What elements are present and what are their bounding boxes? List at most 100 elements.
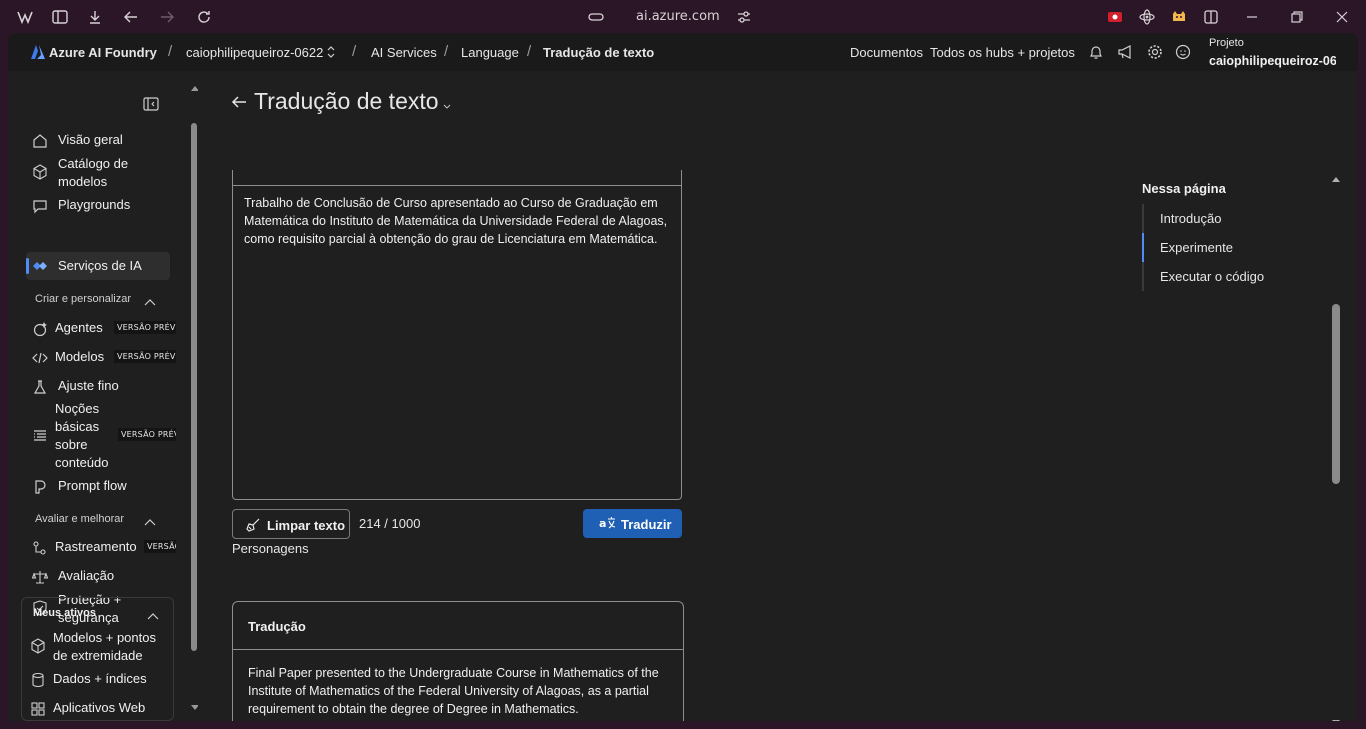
scales-icon [31,569,49,585]
close-window-icon[interactable] [1333,8,1351,26]
link-icon [588,8,604,26]
toc-item-introduction[interactable]: Introdução [1142,204,1292,233]
gear-icon[interactable] [1146,43,1164,61]
chevron-down-icon[interactable] [442,98,452,109]
flask-icon [32,379,48,395]
sidebar-item-label: Catálogo de modelos [58,156,129,189]
forward-icon[interactable] [158,8,176,26]
sidebar-item-label: Aplicativos Web [53,700,146,715]
sidebar-item-models-endpoints[interactable]: Modelos + pontos de extremidade [26,629,171,665]
preview-badge: VERSÃO PRÉVIA [114,350,176,363]
sidebar-item-label: Playgrounds [58,197,131,212]
chevron-up-down-icon[interactable] [325,44,337,60]
breadcrumb-separator: / [168,43,173,60]
project-selector[interactable]: caiophilipequeiroz-0622 [186,45,323,60]
split-view-icon[interactable] [1202,8,1220,26]
sparkle-icon [32,321,48,337]
sidebar-item-model-catalog[interactable]: Catálogo de modelos [26,155,170,191]
site-settings-icon[interactable] [736,8,752,26]
brand-name[interactable]: Azure AI Foundry [49,45,157,60]
clear-text-button[interactable]: Limpar texto [232,509,350,539]
translate-button[interactable]: a Traduzir [583,509,682,538]
svg-text:a: a [599,517,606,530]
browser-logo-icon[interactable] [16,8,34,26]
sidebar-item-agents[interactable]: Agentes VERSÃO PRÉVIA [26,319,176,339]
database-icon [30,672,46,688]
section-header-create: Criar e personalizar [35,293,131,305]
input-divider [233,185,681,186]
source-text-value[interactable]: Trabalho de Conclusão de Curso apresenta… [244,194,674,248]
chat-icon [32,198,48,214]
characters-label: Personagens [232,541,309,556]
breadcrumb-separator: / [527,43,532,60]
reload-icon[interactable] [195,8,213,26]
breadcrumb-language[interactable]: Language [461,45,519,60]
sidebar-item-data-indexes[interactable]: Dados + índices [26,670,171,690]
left-sidebar: Visão geral Catálogo de modelos Playgrou… [8,71,188,721]
breadcrumb-separator: / [444,43,449,60]
preview-badge: VERSÃO PRÉVIA [118,428,176,441]
sidebar-item-label: Prompt flow [58,478,127,493]
sidebar-toggle-icon[interactable] [51,8,69,26]
extension-atom-icon[interactable] [1138,8,1156,26]
sidebar-item-web-apps[interactable]: Aplicativos Web [26,699,171,719]
project-name[interactable]: caiophilipequeiroz-0622 [1209,54,1336,68]
chevron-up-icon[interactable] [143,515,157,526]
apps-icon [30,701,46,717]
flow-icon [32,479,48,495]
translate-label: Traduzir [621,517,672,532]
sidebar-item-label: Agentes [55,320,103,335]
scroll-down-arrow-icon[interactable] [1331,715,1341,721]
extension-red-icon[interactable] [1106,8,1124,26]
on-this-page-title: Nessa página [1142,181,1226,196]
sidebar-item-evaluation[interactable]: Avaliação [26,567,170,587]
sidebar-item-label: Rastreamento [55,539,137,554]
sidebar-item-fine-tuning[interactable]: Ajuste fino [26,377,170,397]
back-icon[interactable] [122,8,140,26]
bell-icon[interactable] [1087,43,1105,61]
main-scrollbar-thumb[interactable] [1332,304,1340,484]
section-header-evaluate: Avaliar e melhorar [35,513,125,525]
sidebar-item-label: Avaliação [58,568,115,583]
feedback-smiley-icon[interactable] [1174,43,1192,61]
restore-icon[interactable] [1288,8,1306,26]
megaphone-icon[interactable] [1116,43,1134,61]
source-text-input[interactable]: Trabalho de Conclusão de Curso apresenta… [232,170,682,500]
chevron-up-icon[interactable] [146,609,160,620]
download-icon[interactable] [86,8,104,26]
minimize-icon[interactable] [1243,8,1261,26]
toc-item-try-it[interactable]: Experimente [1142,233,1292,262]
sidebar-scrollbar-thumb[interactable] [191,123,197,651]
sidebar-item-models[interactable]: Modelos VERSÃO PRÉVIA [26,348,176,368]
sidebar-item-ai-services[interactable]: Serviços de IA [26,252,170,280]
collapse-sidebar-icon[interactable] [143,97,159,111]
browser-toolbar: ai.azure.com [0,0,1366,33]
all-hubs-link[interactable]: Todos os hubs + projetos [930,45,1075,60]
scroll-up-arrow-icon[interactable] [1331,171,1341,182]
sidebar-item-label: Visão geral [58,132,123,147]
home-icon [32,133,48,149]
extension-cat-icon[interactable] [1170,8,1188,26]
breadcrumb-ai-services[interactable]: AI Services [371,45,437,60]
character-count: 214 / 1000 [359,516,421,531]
breadcrumb-current: Tradução de texto [543,45,655,60]
azure-ai-foundry-app: Azure AI Foundry / caiophilipequeiroz-06… [8,33,1358,721]
cube-icon [30,638,46,654]
preview-badge: VERSÃO PRÉVIA [114,321,176,334]
ai-services-icon [32,258,48,274]
sidebar-item-playgrounds[interactable]: Playgrounds [26,196,170,216]
sidebar-item-label: Serviços de IA [58,258,142,273]
code-icon [32,350,48,366]
sidebar-item-content-understanding[interactable]: Noções básicas sobre conteúdo VERSÃO PRÉ… [26,400,176,472]
chevron-up-icon[interactable] [143,295,157,306]
my-assets-panel: Meus ativos Modelos + pontos de extremid… [21,597,174,721]
address-bar-url[interactable]: ai.azure.com [636,9,720,24]
sidebar-item-tracing[interactable]: Rastreamento VERSÃO PRÉVIA [26,538,176,558]
back-arrow-icon[interactable] [230,93,248,111]
sidebar-item-label: Modelos [55,349,105,364]
project-label: Projeto [1209,37,1244,49]
toc-item-run-code[interactable]: Executar o código [1142,262,1292,291]
docs-link[interactable]: Documentos [850,45,923,60]
sidebar-item-overview[interactable]: Visão geral [26,131,170,151]
sidebar-item-prompt-flow[interactable]: Prompt flow [26,477,170,497]
